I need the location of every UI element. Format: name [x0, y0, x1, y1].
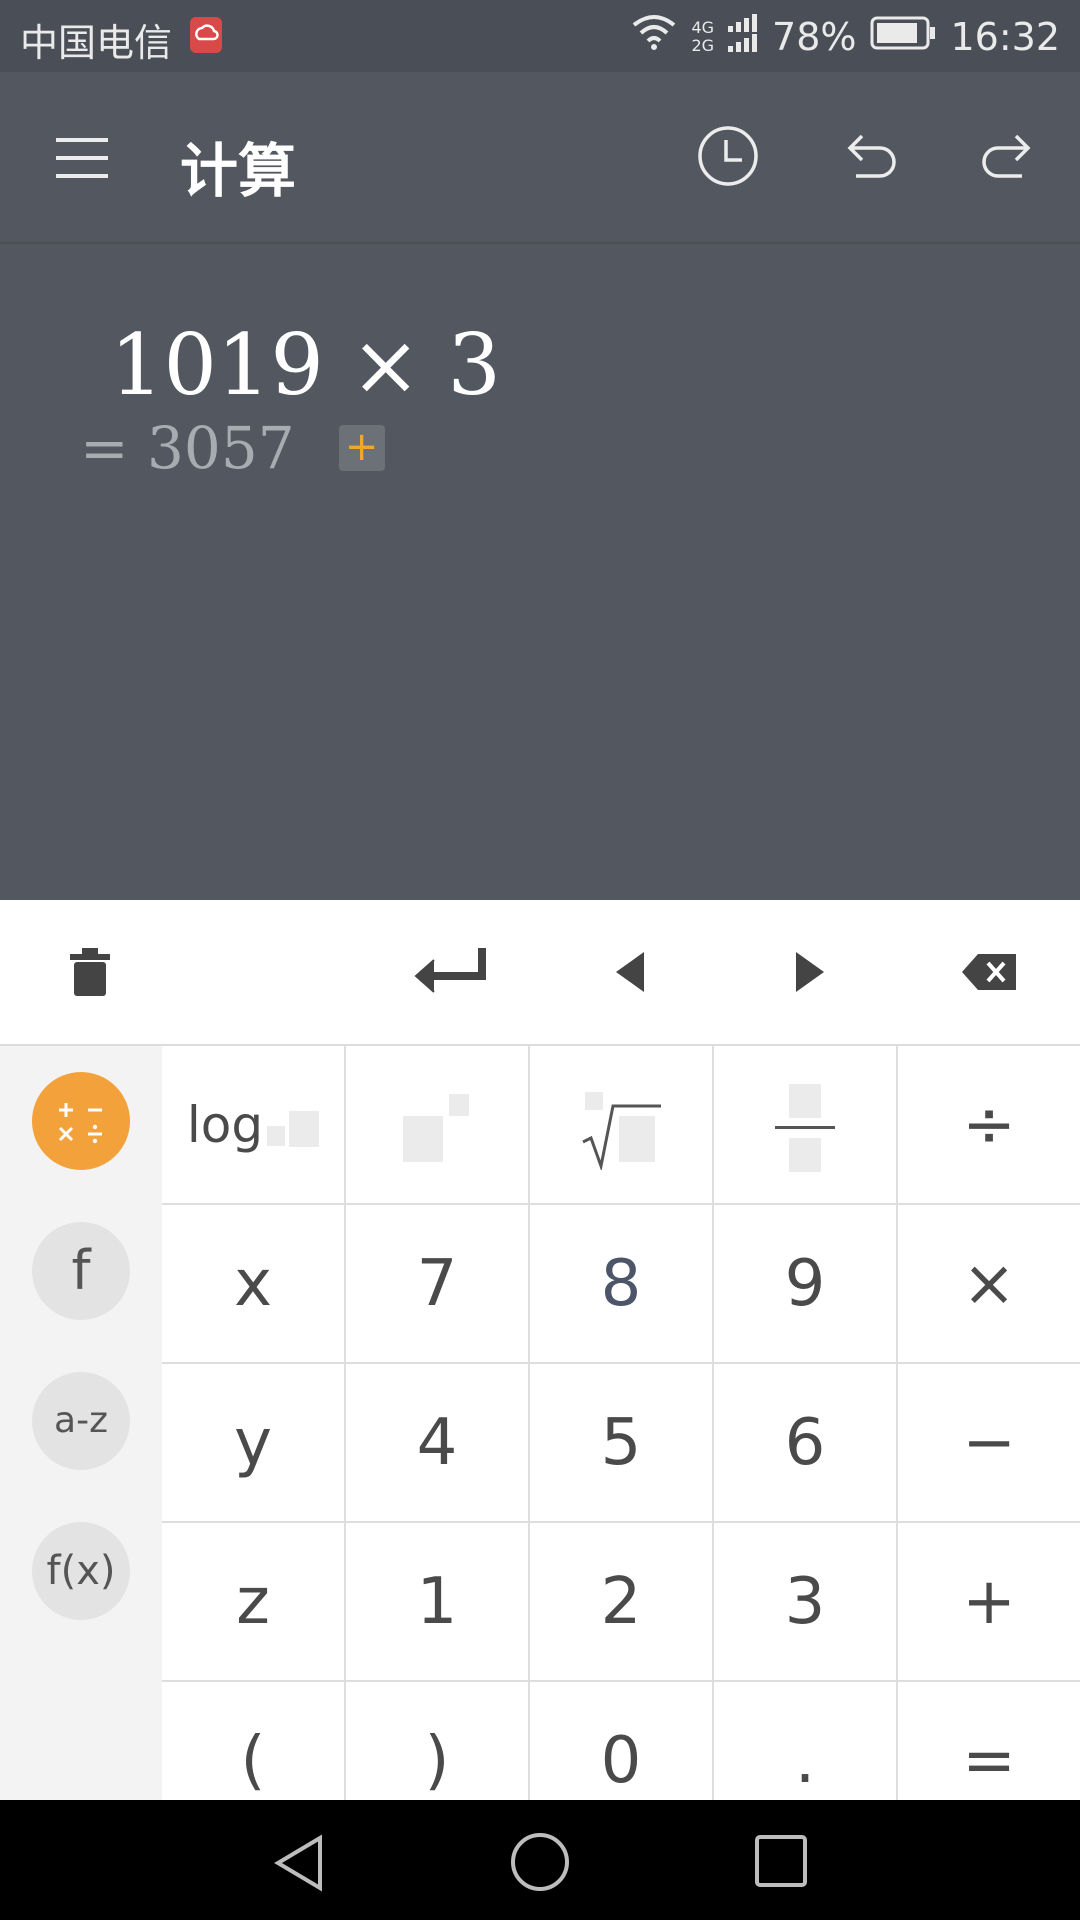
key-6[interactable]: 6 — [714, 1364, 898, 1523]
wifi-icon — [631, 13, 677, 60]
history-clock-icon — [698, 126, 758, 186]
arithmetic-operators-icon — [58, 1103, 102, 1144]
undo-button[interactable] — [838, 124, 902, 188]
key-z[interactable]: z — [162, 1523, 346, 1682]
status-indicators: 4G 2G 78% 16:32 — [631, 12, 1060, 61]
plus-key[interactable]: + — [898, 1523, 1080, 1682]
key-3[interactable]: 3 — [714, 1523, 898, 1682]
log-key[interactable]: log — [162, 1046, 346, 1205]
key-y[interactable]: y — [162, 1364, 346, 1523]
key-4[interactable]: 4 — [346, 1364, 530, 1523]
expression-text[interactable]: 1019 × 3 — [110, 316, 501, 414]
fraction-key[interactable] — [714, 1046, 898, 1205]
cursor-left-icon[interactable] — [610, 946, 650, 1002]
menu-icon-line — [56, 174, 108, 178]
result-text: = 3057 — [80, 414, 295, 482]
result-row: = 3057 + — [80, 414, 385, 482]
log-key-label: log — [186, 1096, 264, 1154]
menu-button[interactable] — [52, 132, 112, 184]
edit-toolbar — [0, 900, 1080, 1046]
key-2[interactable]: 2 — [530, 1523, 714, 1682]
clock-time: 16:32 — [950, 14, 1060, 59]
function-of-x-mode-button[interactable]: f(x) — [32, 1522, 130, 1620]
key-9[interactable]: 9 — [714, 1205, 898, 1364]
home-icon[interactable] — [510, 1832, 570, 1896]
history-button[interactable] — [696, 124, 760, 188]
calculation-display[interactable]: 1019 × 3 = 3057 + — [0, 244, 1080, 900]
divide-key[interactable]: ÷ — [898, 1046, 1080, 1205]
power-key[interactable] — [346, 1046, 530, 1205]
key-x[interactable]: x — [162, 1205, 346, 1364]
carrier-label: 中国电信 — [20, 21, 173, 65]
cursor-right-icon[interactable] — [790, 946, 830, 1002]
key-7[interactable]: 7 — [346, 1205, 530, 1364]
backspace-icon[interactable] — [960, 946, 1020, 1002]
redo-button[interactable] — [976, 124, 1040, 188]
log-base-placeholder — [267, 1126, 286, 1146]
cloud-notification-icon — [190, 17, 222, 53]
power-template-icon — [403, 1094, 469, 1163]
root-key[interactable] — [530, 1046, 714, 1205]
minus-key[interactable]: − — [898, 1364, 1080, 1523]
recents-icon[interactable] — [754, 1834, 808, 1892]
system-nav-bar — [0, 1800, 1080, 1920]
nth-root-icon — [582, 1092, 661, 1173]
letters-mode-button[interactable]: a-z — [32, 1372, 130, 1470]
log-arg-placeholder — [289, 1110, 320, 1147]
undo-icon — [847, 134, 896, 178]
key-5[interactable]: 5 — [530, 1364, 714, 1523]
enter-icon[interactable] — [410, 946, 490, 1002]
fraction-template-icon — [775, 1084, 835, 1173]
function-mode-button[interactable]: f — [32, 1222, 130, 1320]
arithmetic-mode-button[interactable] — [32, 1072, 130, 1170]
keypad: f a-z f(x) log ÷ x 7 8 9 × y 4 5 6 − z 1… — [0, 1046, 1080, 1841]
trash-icon[interactable] — [66, 946, 114, 1002]
redo-icon — [982, 134, 1031, 178]
network-4g-label: 4G — [691, 17, 715, 37]
signal-icon — [728, 12, 758, 61]
status-bar: 中国电信 4G 2G 78% 16:32 — [0, 0, 1080, 72]
key-1[interactable]: 1 — [346, 1523, 530, 1682]
network-type: 4G 2G — [691, 17, 715, 55]
keypad-grid: log ÷ x 7 8 9 × y 4 5 6 − z 1 2 3 + () … — [162, 1046, 1080, 1841]
key-8[interactable]: 8 — [530, 1205, 714, 1364]
battery-percent: 78% — [772, 14, 857, 59]
battery-icon — [870, 15, 936, 59]
menu-icon-line — [56, 156, 108, 160]
app-bar: 计算 — [0, 72, 1080, 244]
page-title: 计算 — [180, 137, 297, 205]
add-result-button[interactable]: + — [338, 425, 385, 471]
multiply-key[interactable]: × — [898, 1205, 1080, 1364]
keypad-mode-column: f a-z f(x) — [0, 1046, 162, 1800]
menu-icon-line — [56, 138, 108, 142]
back-icon[interactable] — [272, 1834, 326, 1896]
network-2g-label: 2G — [691, 35, 715, 55]
